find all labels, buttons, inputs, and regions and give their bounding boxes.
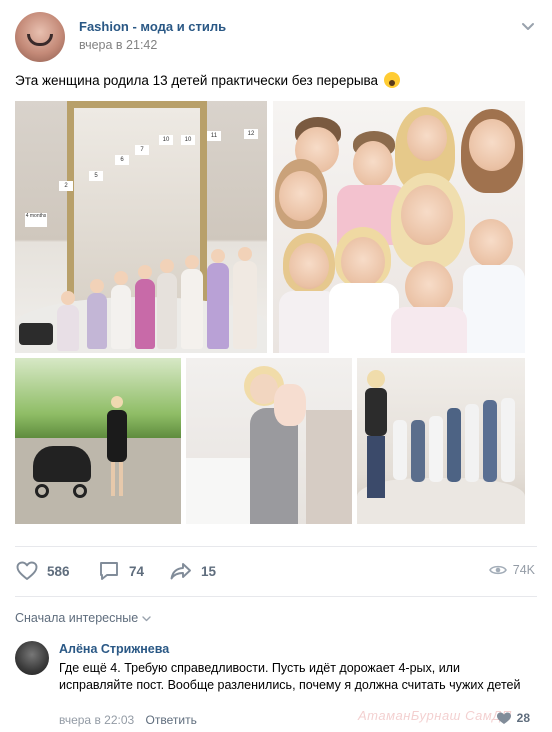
comment-like-button[interactable]: 28 [496, 711, 530, 725]
comment-meta: вчера в 22:03 Ответить [59, 713, 197, 727]
views-counter: 74K [488, 563, 535, 577]
age-label-6: 6 [115, 155, 129, 165]
post-actions: 586 74 15 74K [15, 556, 537, 586]
community-avatar[interactable] [15, 12, 65, 62]
age-label-4-months: 4 months [25, 213, 47, 227]
eye-icon [488, 565, 507, 575]
age-label-2: 2 [59, 181, 73, 191]
divider-bottom [15, 596, 537, 597]
post-text-content: Эта женщина родила 13 детей практически … [15, 73, 379, 88]
comments-sort-label: Сначала интересные [15, 611, 139, 625]
age-label-12: 12 [244, 129, 258, 139]
likes-count: 586 [47, 563, 70, 579]
chevron-down-icon [142, 615, 151, 621]
share-button[interactable]: 15 [169, 560, 216, 582]
reply-button[interactable]: Ответить [146, 713, 197, 727]
community-name[interactable]: Fashion - мода и стиль [79, 19, 226, 34]
comments-count: 74 [129, 563, 145, 579]
views-count: 74K [512, 563, 535, 577]
photo-stroller[interactable] [15, 358, 181, 524]
age-label-10b: 10 [159, 135, 173, 145]
scream-emoji-icon [383, 72, 400, 88]
comment-likes-count: 28 [516, 711, 530, 725]
like-button[interactable]: 586 [15, 560, 70, 582]
photo-kids-lineup[interactable]: 12 11 10 10 7 6 5 2 4 months [15, 101, 267, 353]
age-label-10a: 10 [181, 135, 195, 145]
comments-sort-dropdown[interactable]: Сначала интересные [15, 611, 151, 625]
photo-family-group[interactable] [357, 358, 525, 524]
post-header: Fashion - мода и стиль вчера в 21:42 [15, 12, 537, 62]
watermark: АтаманБурнаш СамДП [358, 708, 512, 723]
comment-time[interactable]: вчера в 22:03 [59, 713, 134, 727]
photo-family-selfie[interactable] [273, 101, 525, 353]
post-text: Эта женщина родила 13 детей практически … [15, 72, 400, 90]
comment-icon [100, 562, 118, 580]
comment-author[interactable]: Алёна Стрижнева [59, 642, 169, 656]
comment-button[interactable]: 74 [97, 560, 144, 582]
comment-text: Где ещё 4. Требую справедливости. Пусть … [59, 661, 521, 692]
heart-icon [16, 561, 38, 580]
comment-avatar[interactable] [15, 641, 49, 675]
photo-mother-baby[interactable] [186, 358, 352, 524]
post-time[interactable]: вчера в 21:42 [79, 38, 157, 52]
age-label-7: 7 [135, 145, 149, 155]
heart-icon [496, 712, 511, 724]
chevron-down-icon[interactable] [521, 20, 535, 34]
divider-top [15, 546, 537, 547]
shares-count: 15 [201, 563, 217, 579]
age-label-5: 5 [89, 171, 103, 181]
share-icon [170, 563, 191, 580]
age-label-11: 11 [207, 131, 221, 141]
